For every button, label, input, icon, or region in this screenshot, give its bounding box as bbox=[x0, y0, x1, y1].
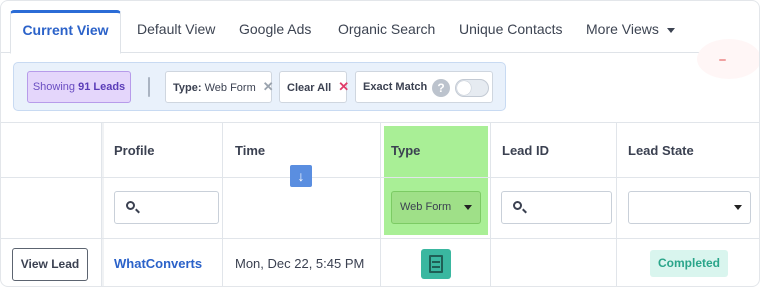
view-tabs: Current View Default View Google Ads Org… bbox=[1, 1, 759, 54]
chevron-down-icon bbox=[464, 205, 472, 210]
lead-time: Mon, Dec 22, 5:45 PM bbox=[235, 256, 365, 271]
sort-descending-icon[interactable]: ↓ bbox=[290, 165, 312, 187]
filter-divider bbox=[148, 77, 150, 97]
lead-state-select[interactable] bbox=[628, 191, 751, 224]
header-lead-id[interactable]: Lead ID bbox=[502, 143, 549, 158]
column-divider bbox=[222, 123, 223, 286]
row-divider bbox=[1, 238, 759, 239]
search-icon bbox=[126, 201, 135, 210]
form-icon-line bbox=[432, 261, 440, 263]
row-divider bbox=[1, 177, 759, 178]
tab-default-view[interactable]: Default View bbox=[137, 11, 215, 53]
form-icon-line bbox=[432, 266, 440, 268]
lead-state-badge: Completed bbox=[650, 250, 728, 277]
tab-google-ads[interactable]: Google Ads bbox=[239, 11, 311, 53]
toggle-knob bbox=[457, 81, 471, 95]
type-filter-chip[interactable]: Type: Web Form ✕ bbox=[165, 71, 274, 103]
clear-all-label: Clear All bbox=[287, 82, 332, 94]
clear-all-icon: ✕ bbox=[338, 79, 350, 94]
type-filter-select[interactable]: Web Form bbox=[391, 191, 481, 224]
exact-match-control: Exact Match ? bbox=[355, 71, 493, 103]
tab-current-view[interactable]: Current View bbox=[10, 10, 121, 54]
decorative-dash bbox=[719, 59, 726, 61]
chevron-down-icon bbox=[734, 205, 742, 210]
leads-count-prefix: Showing bbox=[32, 81, 76, 93]
leads-panel: Current View Default View Google Ads Org… bbox=[0, 0, 760, 287]
filter-bar: Showing 91 Leads Type: Web Form ✕ Clear … bbox=[13, 62, 506, 111]
header-time[interactable]: Time bbox=[235, 143, 265, 158]
clear-all-button[interactable]: Clear All ✕ bbox=[279, 71, 350, 103]
exact-match-toggle[interactable] bbox=[455, 79, 489, 97]
profile-search-input[interactable] bbox=[114, 191, 219, 224]
type-filter-value: Web Form bbox=[204, 82, 256, 94]
column-divider bbox=[101, 123, 102, 286]
decorative-blob bbox=[697, 39, 759, 79]
exact-match-label: Exact Match bbox=[363, 81, 428, 93]
search-icon bbox=[513, 201, 522, 210]
tab-more-views[interactable]: More Views bbox=[586, 11, 675, 53]
column-divider bbox=[490, 123, 491, 286]
type-filter-key: Type: bbox=[173, 82, 202, 94]
type-filter-select-value: Web Form bbox=[400, 201, 452, 213]
chevron-down-icon bbox=[666, 27, 675, 33]
lead-id-search-input[interactable] bbox=[501, 191, 612, 224]
leads-table: Profile Time Type Lead ID Lead State ↓ W… bbox=[1, 122, 759, 286]
tab-organic-search[interactable]: Organic Search bbox=[338, 11, 435, 53]
header-lead-state[interactable]: Lead State bbox=[628, 143, 694, 158]
leads-count-value: 91 Leads bbox=[78, 81, 126, 93]
tab-more-views-label: More Views bbox=[586, 21, 659, 37]
column-divider bbox=[616, 123, 617, 286]
web-form-icon bbox=[421, 249, 451, 279]
remove-filter-icon[interactable]: ✕ bbox=[263, 72, 274, 102]
help-icon[interactable]: ? bbox=[432, 79, 450, 97]
column-divider bbox=[380, 123, 381, 286]
profile-link[interactable]: WhatConverts bbox=[114, 256, 202, 271]
header-profile[interactable]: Profile bbox=[114, 143, 154, 158]
form-icon-frame bbox=[429, 255, 443, 273]
leads-count-chip: Showing 91 Leads bbox=[27, 71, 131, 103]
header-type[interactable]: Type bbox=[391, 143, 420, 158]
view-lead-button[interactable]: View Lead bbox=[12, 248, 88, 281]
tab-unique-contacts[interactable]: Unique Contacts bbox=[459, 11, 563, 53]
